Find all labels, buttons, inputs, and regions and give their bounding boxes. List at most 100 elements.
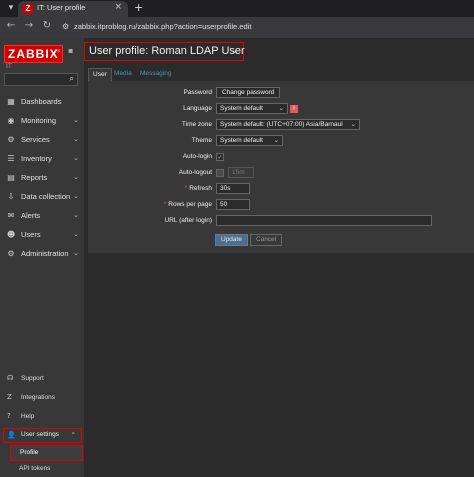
help-icon: ? [7,412,11,420]
timezone-row: Time zone System default: (UTC+07:00) As… [88,119,474,133]
sidebar-item-users[interactable]: ☻ Users ⌄ [0,226,84,245]
refresh-row: * Refresh [88,183,474,197]
sidebar-item-administration[interactable]: ⚙ Administration ⌄ [0,245,84,264]
page-title-text: User profile: Roman LDAP User [89,45,245,57]
sidebar-item-dashboards[interactable]: ▦ Dashboards [0,93,84,112]
refresh-input[interactable] [216,183,250,194]
back-icon[interactable]: ← [4,20,18,31]
search-input[interactable] [5,82,65,93]
main-content: User profile: Roman LDAP User ⌄ User Med… [84,38,474,477]
reports-icon: ▤ [7,173,15,182]
chevron-down-icon: ⌄ [273,137,279,144]
close-icon[interactable]: × [114,2,122,12]
sidebar-item-label: Administration [21,249,69,258]
url-row: URL (after login) [88,215,474,229]
submenu-item-api-tokens[interactable]: API tokens [10,462,83,476]
sidebar-item-label: Help [21,413,35,420]
sidebar-item-label: Alerts [21,211,41,220]
plus-icon[interactable]: + [134,1,143,14]
sidebar-item-support[interactable]: ☊ Support [0,370,84,388]
collapse-sidebar-icon[interactable]: « [56,46,61,55]
sidebar-search: ⌕ [4,73,78,93]
language-select[interactable]: System default ⌄ [216,103,288,114]
submenu-item-label: Profile [20,449,39,456]
dashboard-icon: ▦ [7,97,15,106]
page-title[interactable]: User profile: Roman LDAP User ⌄ [84,42,245,61]
tab-title: IT: User profile [37,3,86,12]
theme-select[interactable]: System default ⌄ [216,135,283,146]
autologout-input[interactable] [228,167,254,178]
tab-media[interactable]: Media [110,68,136,81]
sidebar-item-services[interactable]: ⚙ Services ⌄ [0,131,84,150]
sidebar-item-integrations[interactable]: Z Integrations [0,389,84,407]
chevron-down-icon: ⌄ [230,46,238,56]
cancel-button[interactable]: Cancel [250,234,283,246]
rows-per-page-label-text: Rows per page [168,201,212,208]
chevron-down-icon: ⌄ [73,211,79,219]
sidebar-item-data-collection[interactable]: ⇩ Data collection ⌄ [0,188,84,207]
chevron-up-icon: ⌃ [70,431,76,439]
sidebar-item-alerts[interactable]: ✉ Alerts ⌄ [0,207,84,226]
timezone-label: Time zone [181,121,212,128]
url-input[interactable] [216,215,432,226]
tab-messaging[interactable]: Messaging [136,68,175,81]
chevron-down-icon: ⌄ [73,135,79,143]
rows-per-page-label: * Rows per page [164,201,212,208]
zabbix-favicon-icon: Z [23,4,33,14]
url-label: URL (after login) [164,217,212,224]
chevron-down-icon: ⌄ [73,249,79,257]
tab-strip: ▾ Z IT: User profile × + [0,0,474,17]
rows-per-page-input[interactable] [216,199,250,210]
sidebar-item-label: Support [21,375,44,382]
sidebar: ZABBIX « ▪ IT ⌕ ▦ Dashboards ◉ Monitorin… [0,38,84,477]
sidebar-item-label: Reports [21,173,48,182]
sidebar-item-help[interactable]: ? Help [0,408,84,426]
user-icon: 👤 [7,431,16,439]
theme-value: System default [220,137,263,144]
submenu-item-profile[interactable]: Profile [10,445,83,461]
theme-row: Theme System default ⌄ [88,135,474,149]
autologout-label: Auto-logout [178,169,212,176]
kiosk-mode-icon[interactable]: ▪ [68,46,73,55]
update-button[interactable]: Update [215,234,248,246]
language-row: Language System default ⌄ ! [88,103,474,117]
autologin-row: Auto-login ✓ [88,151,474,165]
sidebar-item-inventory[interactable]: ☰ Inventory ⌄ [0,150,84,169]
timezone-select[interactable]: System default: (UTC+07:00) Asia/Barnaul… [216,119,360,130]
headset-icon: ☊ [7,374,14,382]
address-bar[interactable]: zabbix.itproblog.ru/zabbix.php?action=us… [74,22,251,31]
navigation-bar: ← → ↻ ⚙ zabbix.itproblog.ru/zabbix.php?a… [0,17,474,38]
envelope-icon: ✉ [7,211,15,220]
zabbix-logo[interactable]: ZABBIX [4,45,63,63]
chevron-down-icon: ⌄ [73,154,79,162]
refresh-label: * Refresh [185,185,212,192]
forward-icon[interactable]: → [22,20,36,31]
sidebar-item-label: Data collection [21,192,71,201]
sidebar-item-label: Users [21,230,41,239]
chevron-down-icon: ⌄ [73,116,79,124]
sidebar-item-user-settings[interactable]: 👤 User settings ⌃ [3,428,82,443]
list-icon: ☰ [7,154,15,163]
autologin-checkbox[interactable]: ✓ [216,153,224,161]
search-icon[interactable]: ⌕ [70,74,74,84]
chevron-down-icon: ⌄ [73,173,79,181]
warning-icon[interactable]: ! [290,105,298,113]
reload-icon[interactable]: ↻ [40,20,54,31]
gear-icon: ⚙ [7,249,15,258]
password-row: Password Change password [88,87,474,101]
menu-icon[interactable]: ▾ [5,2,17,14]
browser-tab[interactable]: Z IT: User profile × [18,1,128,17]
download-icon: ⇩ [7,192,15,201]
eye-icon: ◉ [7,116,15,125]
autologout-checkbox[interactable] [216,169,224,177]
sidebar-item-reports[interactable]: ▤ Reports ⌄ [0,169,84,188]
server-name: IT [6,62,12,70]
tab-user[interactable]: User [88,68,112,81]
site-info-icon[interactable]: ⚙ [62,22,69,31]
chevron-down-icon: ⌄ [73,230,79,238]
sidebar-item-label: User settings [21,431,59,438]
refresh-label-text: Refresh [189,185,212,192]
sidebar-item-monitoring[interactable]: ◉ Monitoring ⌄ [0,112,84,131]
users-icon: ☻ [6,230,16,239]
change-password-button[interactable]: Change password [216,87,281,98]
